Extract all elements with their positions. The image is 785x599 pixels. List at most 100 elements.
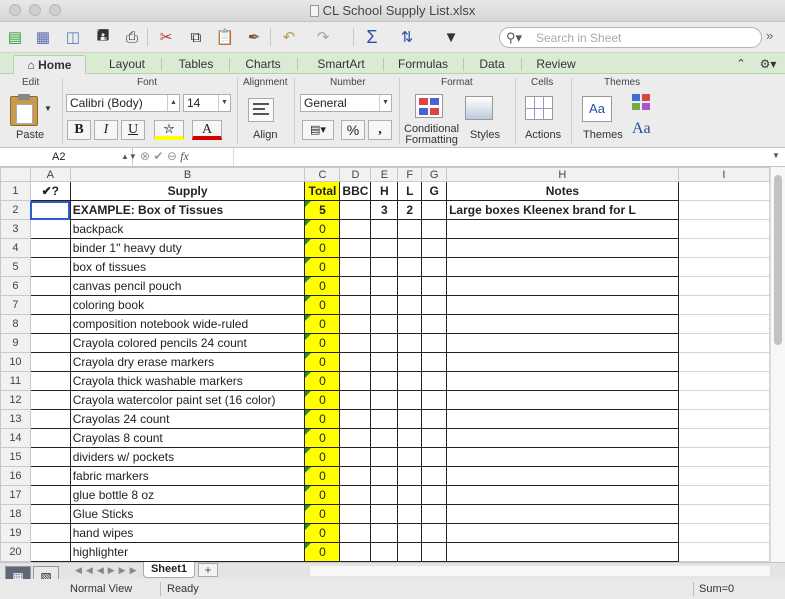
- cell-e[interactable]: [370, 390, 399, 410]
- cell-i[interactable]: [677, 295, 770, 315]
- cell-h[interactable]: [446, 371, 679, 391]
- expand-formula-bar-icon[interactable]: ▼: [772, 151, 780, 160]
- function-menu-icon[interactable]: ⊖: [167, 149, 177, 163]
- cell-h[interactable]: [446, 466, 679, 486]
- cell-a[interactable]: [29, 447, 71, 467]
- italic-button[interactable]: I: [94, 120, 118, 140]
- cell-d[interactable]: [339, 466, 372, 486]
- print-icon[interactable]: ⎙: [121, 26, 143, 48]
- styles-button[interactable]: Styles: [470, 129, 500, 141]
- cell-f[interactable]: [397, 390, 423, 410]
- tab-charts[interactable]: Charts: [233, 55, 293, 74]
- cell-h[interactable]: [446, 295, 679, 315]
- cell-h[interactable]: [446, 428, 679, 448]
- supply-header-cell[interactable]: Supply: [69, 181, 306, 201]
- row-header[interactable]: 6: [0, 276, 31, 296]
- number-format-select[interactable]: General ▼: [300, 94, 392, 112]
- cell-f[interactable]: [397, 409, 423, 429]
- styles-icon[interactable]: [465, 96, 493, 120]
- cell-a[interactable]: [29, 371, 71, 391]
- cell-b[interactable]: glue bottle 8 oz: [69, 485, 306, 505]
- cell-d[interactable]: [339, 200, 372, 220]
- cell-c[interactable]: 0: [304, 409, 341, 429]
- undo-icon[interactable]: ↶: [278, 26, 300, 48]
- cell-h[interactable]: [446, 276, 679, 296]
- cell-f[interactable]: [397, 447, 423, 467]
- cell-c[interactable]: 0: [304, 447, 341, 467]
- cell-b[interactable]: Crayolas 24 count: [69, 409, 306, 429]
- percent-button[interactable]: %: [341, 120, 365, 140]
- row-header[interactable]: 3: [0, 219, 31, 239]
- cell-f[interactable]: [397, 295, 423, 315]
- cell-e[interactable]: [370, 409, 399, 429]
- bold-button[interactable]: B: [67, 120, 91, 140]
- insert-function-icon[interactable]: fx: [180, 149, 189, 163]
- cells-actions-icon[interactable]: [525, 96, 553, 120]
- cell-h[interactable]: [446, 333, 679, 353]
- tab-smartart[interactable]: SmartArt: [301, 55, 381, 74]
- paste-button[interactable]: Paste: [16, 129, 44, 141]
- cell-i[interactable]: [677, 219, 770, 239]
- cell-b[interactable]: Crayola watercolor paint set (16 color): [69, 390, 306, 410]
- cell-e[interactable]: [370, 219, 399, 239]
- cell-h[interactable]: [446, 485, 679, 505]
- cell-g[interactable]: [421, 390, 448, 410]
- cell-f[interactable]: [397, 257, 423, 277]
- row-header[interactable]: 7: [0, 295, 31, 315]
- font-color-icon[interactable]: A: [192, 120, 222, 140]
- font-size-select[interactable]: 14 ▼: [183, 94, 231, 112]
- cell-g[interactable]: [421, 276, 448, 296]
- cell-e[interactable]: [370, 466, 399, 486]
- cell-f[interactable]: [397, 428, 423, 448]
- cell-c[interactable]: 0: [304, 523, 341, 543]
- cell-b[interactable]: Crayola thick washable markers: [69, 371, 306, 391]
- row-header[interactable]: 14: [0, 428, 31, 448]
- cell-i[interactable]: [677, 257, 770, 277]
- cell-a[interactable]: [29, 276, 71, 296]
- cell-d[interactable]: [339, 219, 372, 239]
- cell-g[interactable]: [421, 447, 448, 467]
- row-header[interactable]: 15: [0, 447, 31, 467]
- cell-i[interactable]: [677, 447, 770, 467]
- row-header[interactable]: 1: [0, 181, 31, 201]
- scrollbar-thumb[interactable]: [774, 175, 782, 345]
- cell-f[interactable]: [397, 523, 423, 543]
- actions-button[interactable]: Actions: [525, 129, 561, 141]
- cell-b[interactable]: backpack: [69, 219, 306, 239]
- conditional-formatting-icon[interactable]: [415, 94, 443, 118]
- cell-h[interactable]: Large boxes Kleenex brand for L: [446, 200, 679, 220]
- cell-b[interactable]: Glue Sticks: [69, 504, 306, 524]
- cell-d[interactable]: [339, 276, 372, 296]
- cell-i[interactable]: [677, 523, 770, 543]
- cell-d[interactable]: [339, 352, 372, 372]
- worksheet-grid[interactable]: A B C D E F G H I 1 ✔? Supply Total BBC …: [0, 167, 770, 562]
- cell-h[interactable]: [446, 257, 679, 277]
- cell-i[interactable]: [677, 390, 770, 410]
- cell-g[interactable]: [421, 485, 448, 505]
- cell-i[interactable]: [677, 542, 770, 562]
- cell-g[interactable]: [421, 409, 448, 429]
- row-header[interactable]: 13: [0, 409, 31, 429]
- cell-c[interactable]: 0: [304, 504, 341, 524]
- cell-a[interactable]: [29, 295, 71, 315]
- cell-i[interactable]: [677, 428, 770, 448]
- cell-g[interactable]: [421, 295, 448, 315]
- cell-e[interactable]: [370, 352, 399, 372]
- cell-i[interactable]: [677, 314, 770, 334]
- cell-g[interactable]: [421, 523, 448, 543]
- row-header[interactable]: 18: [0, 504, 31, 524]
- row-header[interactable]: 16: [0, 466, 31, 486]
- tab-home[interactable]: ⌂ Home: [13, 55, 86, 74]
- cell-i[interactable]: [677, 485, 770, 505]
- cell-g[interactable]: [421, 371, 448, 391]
- cell-d[interactable]: [339, 371, 372, 391]
- cell-h[interactable]: [446, 390, 679, 410]
- cell-i[interactable]: [677, 200, 770, 220]
- cell-b[interactable]: Crayolas 8 count: [69, 428, 306, 448]
- paste-clipboard-icon[interactable]: [10, 94, 38, 126]
- cell-a[interactable]: [29, 428, 71, 448]
- cell-c[interactable]: 0: [304, 219, 341, 239]
- align-button[interactable]: Align: [253, 129, 277, 141]
- cell-h[interactable]: [446, 238, 679, 258]
- cut-icon[interactable]: ✂: [155, 26, 177, 48]
